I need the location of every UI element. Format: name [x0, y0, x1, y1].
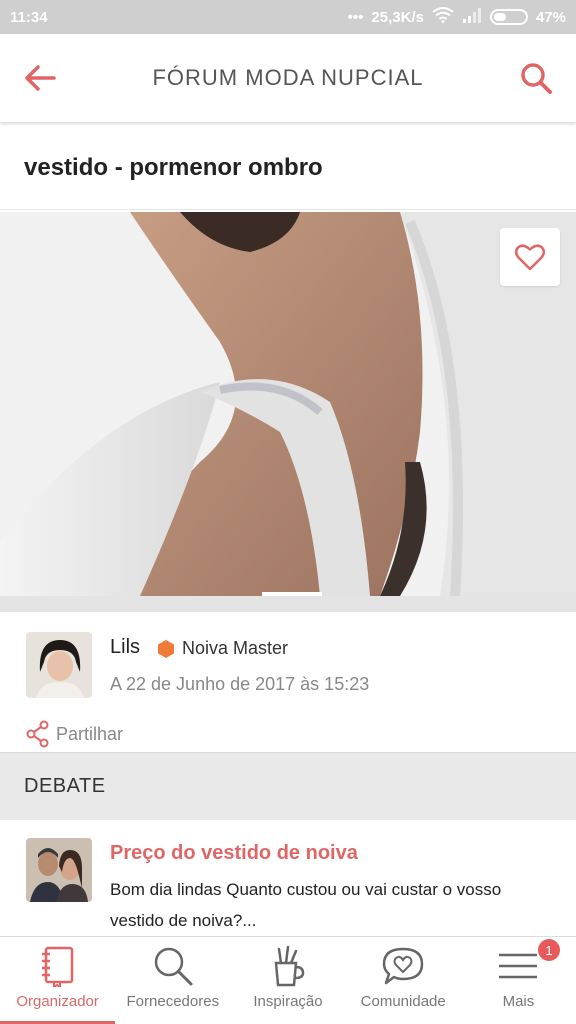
more-dots-icon: •••	[347, 8, 364, 26]
signal-icon	[462, 7, 482, 27]
arrow-left-icon	[25, 65, 56, 91]
nav-label: Mais	[502, 993, 535, 1010]
battery-icon	[489, 9, 528, 25]
post-title-bar: vestido - pormenor ombro	[0, 126, 576, 210]
wifi-icon	[432, 7, 454, 27]
share-button[interactable]: Partilhar	[26, 720, 123, 748]
page-title: FÓRUM MODA NUPCIAL	[152, 65, 424, 90]
section-title: DEBATE	[24, 775, 106, 797]
nav-organizador[interactable]: Organizador	[0, 937, 116, 1024]
favorite-button[interactable]	[500, 228, 560, 286]
bottom-nav: Organizador Fornecedores Inspiração Comu…	[0, 936, 576, 1024]
post-title: vestido - pormenor ombro	[24, 153, 323, 181]
menu-icon	[499, 953, 538, 979]
heart-icon	[515, 244, 545, 271]
status-time: 11:34	[10, 8, 48, 26]
notification-badge: 1	[538, 939, 561, 961]
nav-mais[interactable]: 1 Mais	[461, 937, 576, 1024]
network-speed: 25,3K/s	[371, 8, 424, 26]
nav-label: Organizador	[16, 993, 99, 1010]
avatar	[26, 838, 92, 902]
share-label: Partilhar	[56, 723, 124, 744]
debate-title[interactable]: Preço do vestido de noiva	[110, 842, 358, 865]
search-button[interactable]	[516, 58, 556, 98]
battery-level: 47%	[535, 8, 566, 26]
bride-shoulder-photo	[0, 212, 576, 596]
notebook-icon	[41, 946, 73, 987]
image-pager-strip	[0, 596, 576, 612]
nav-label: Inspiração	[253, 993, 323, 1010]
author-name[interactable]: Lils	[110, 636, 140, 659]
status-indicators: ••• 25,3K/s 47%	[348, 7, 566, 27]
hexagon-badge-icon	[158, 639, 174, 658]
nav-label: Comunidade	[360, 993, 446, 1010]
nav-comunidade[interactable]: Comunidade	[346, 937, 461, 1024]
badge-label: Noiva Master	[182, 638, 289, 658]
avatar[interactable]	[26, 632, 92, 698]
chat-heart-icon	[382, 947, 424, 985]
search-icon	[521, 63, 552, 94]
debate-excerpt: Bom dia lindas Quanto custou ou vai cust…	[110, 880, 502, 930]
share-icon	[26, 720, 49, 748]
status-bar: 11:34 ••• 25,3K/s 47%	[0, 0, 576, 34]
list-item[interactable]: Preço do vestido de noiva Bom dia lindas…	[0, 820, 576, 936]
search-icon	[154, 947, 193, 986]
nav-fornecedores[interactable]: Fornecedores	[115, 937, 230, 1024]
brush-cup-icon	[274, 945, 305, 987]
post-image[interactable]	[0, 212, 576, 596]
user-badge: Noiva Master	[158, 638, 288, 659]
nav-label: Fornecedores	[126, 993, 220, 1010]
post-date: A 22 de Junho de 2017 às 15:23	[110, 674, 370, 694]
author-block: Lils Noiva Master A 22 de Junho de 2017 …	[0, 620, 576, 710]
image-pager-indicator	[262, 592, 322, 596]
back-button[interactable]	[20, 58, 60, 98]
debate-section-header: DEBATE	[0, 752, 576, 820]
app-header: FÓRUM MODA NUPCIAL	[0, 34, 576, 122]
nav-inspiracao[interactable]: Inspiração	[230, 937, 345, 1024]
